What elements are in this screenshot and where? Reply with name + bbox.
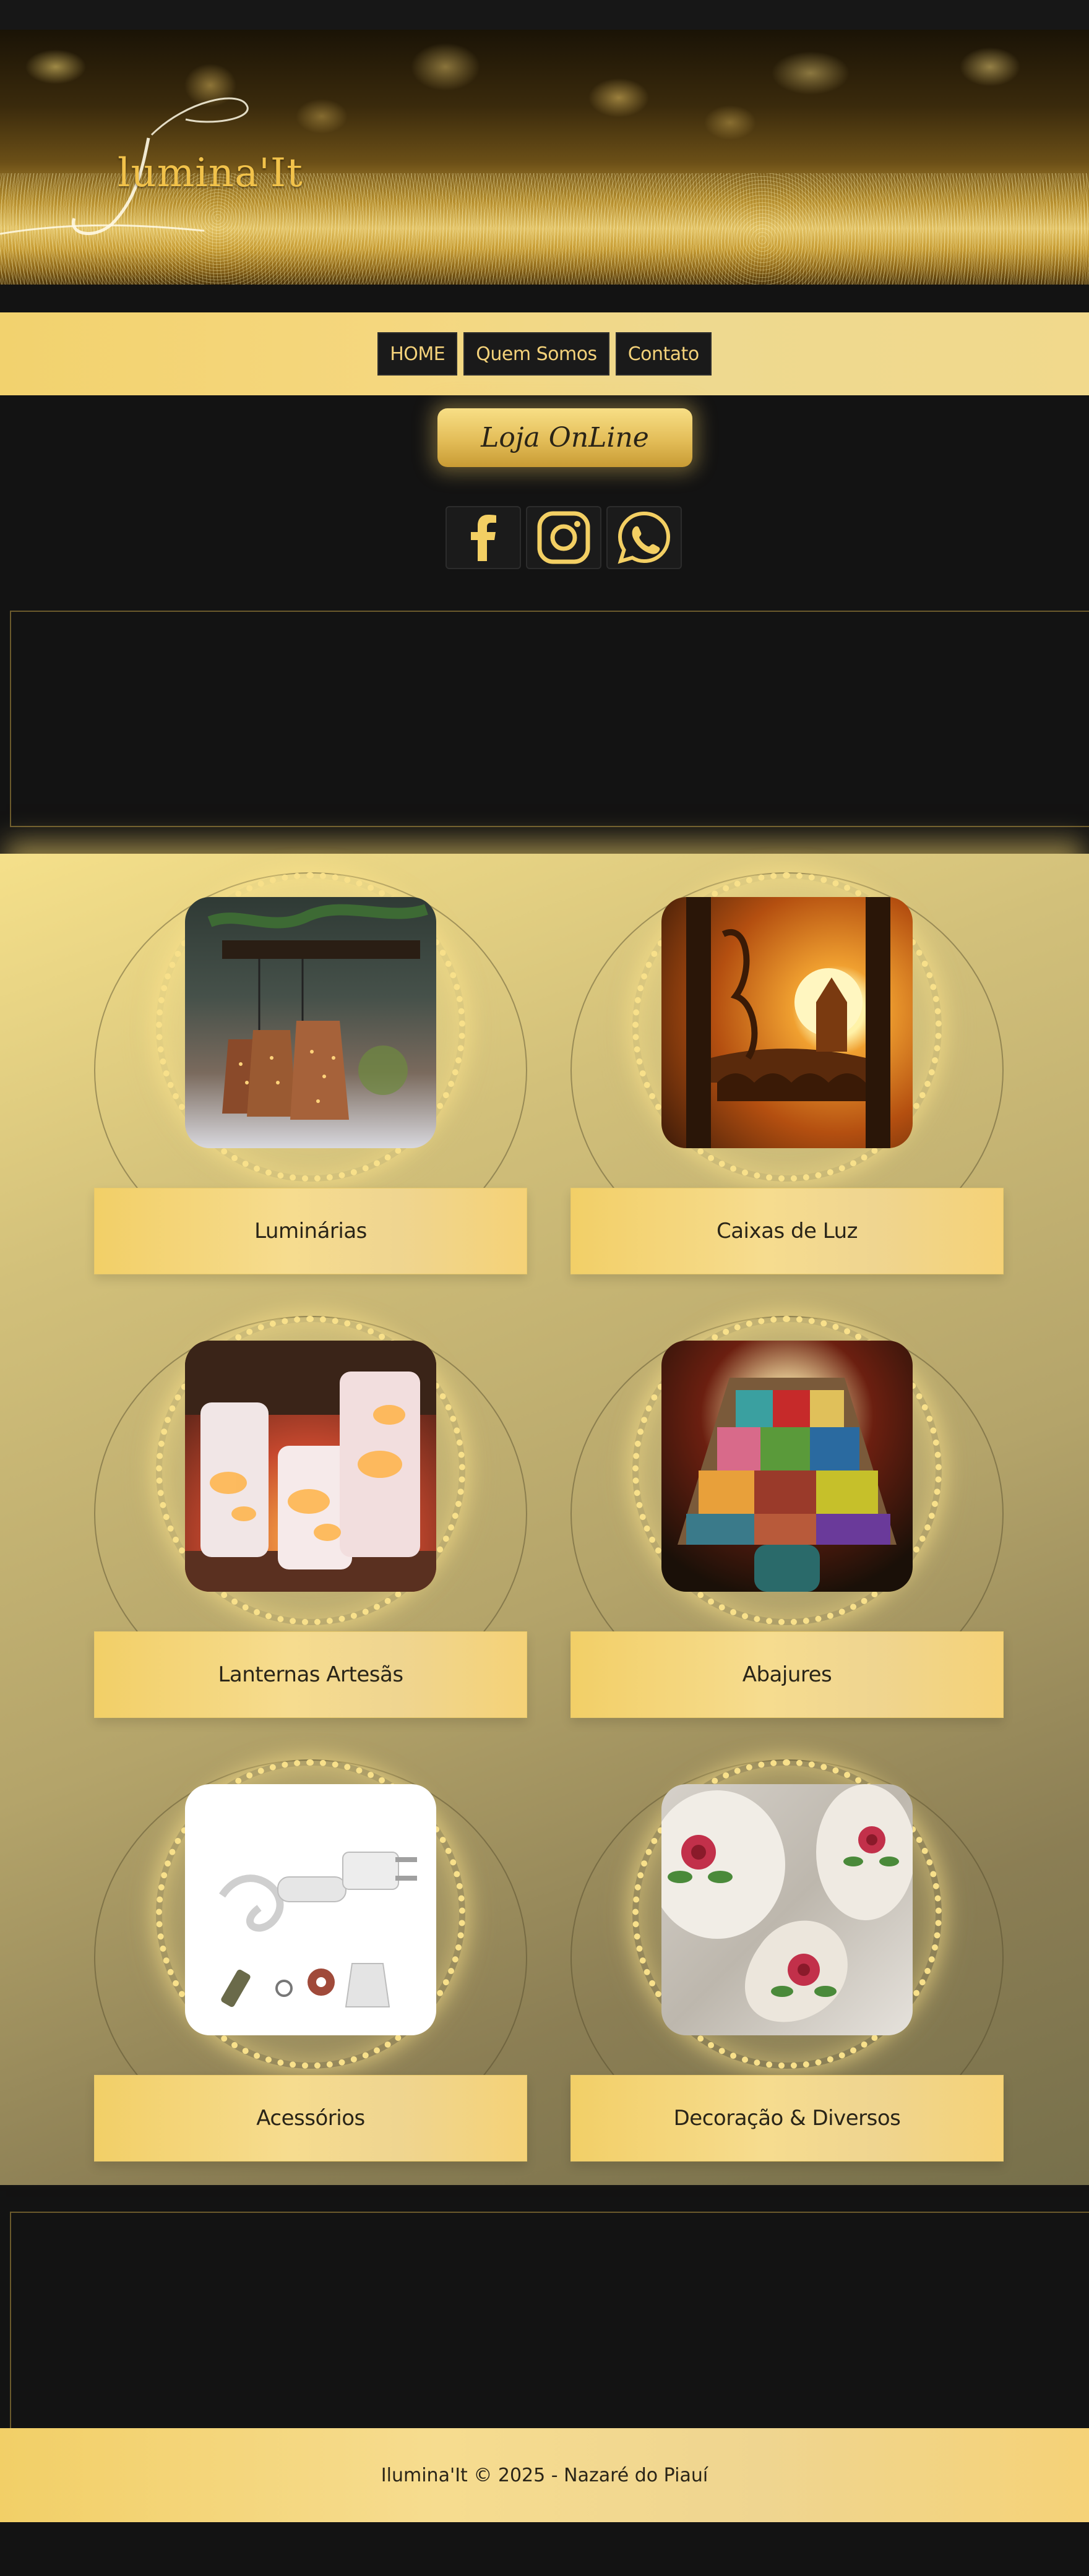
instagram-icon — [537, 511, 590, 564]
content-panel-top — [10, 611, 1089, 827]
category-image-caixas-de-luz[interactable] — [661, 897, 913, 1148]
accessories-illustration — [219, 1852, 417, 2007]
category-label-lanternas-artesas[interactable]: Lanternas Artesãs — [94, 1631, 527, 1718]
nav-contato[interactable]: Contato — [615, 332, 712, 376]
whatsapp-icon — [618, 511, 671, 564]
facebook-icon — [471, 515, 496, 561]
category-label-decoracao-diversos[interactable]: Decoração & Diversos — [570, 2075, 1004, 2162]
category-card-caixas-de-luz[interactable]: Caixas de Luz — [570, 872, 1004, 1274]
category-image-decoracao-diversos[interactable] — [661, 1784, 913, 2035]
category-image-luminarias[interactable] — [185, 897, 436, 1148]
lanterns-illustration — [185, 1341, 436, 1592]
top-strip — [0, 0, 1089, 30]
light-box-illustration — [686, 897, 890, 1148]
main-nav: HOME Quem Somos Contato — [0, 312, 1089, 395]
crochet-illustration — [661, 1784, 913, 2022]
footer: Ilumina'It © 2025 - Nazaré do Piauí — [0, 2428, 1089, 2522]
lamps-illustration — [207, 904, 428, 1120]
content-panel-bottom — [10, 2212, 1089, 2431]
instagram-button[interactable] — [526, 506, 601, 569]
nav-quem-somos[interactable]: Quem Somos — [463, 332, 609, 376]
lamp-shade-illustration — [678, 1378, 897, 1592]
category-card-acessorios[interactable]: Acessórios — [94, 1759, 527, 2162]
category-card-luminarias[interactable]: Luminárias — [94, 872, 527, 1274]
nav-home[interactable]: HOME — [377, 332, 458, 376]
category-label-luminarias[interactable]: Luminárias — [94, 1188, 527, 1274]
whatsapp-button[interactable] — [606, 506, 682, 569]
brand-name: lumina'It — [118, 150, 303, 196]
online-shop-button[interactable]: Loja OnLine — [437, 408, 692, 467]
hero-banner: lumina'It — [0, 30, 1089, 285]
social-links — [446, 506, 683, 569]
brand-logo[interactable]: lumina'It — [0, 76, 371, 235]
category-image-acessorios[interactable] — [185, 1784, 436, 2035]
footer-copyright: Ilumina'It © 2025 - Nazaré do Piauí — [381, 2464, 708, 2486]
product-categories: Luminárias Caixas de Luz Lanternas Artes… — [0, 854, 1089, 2185]
category-label-caixas-de-luz[interactable]: Caixas de Luz — [570, 1188, 1004, 1274]
category-image-abajures[interactable] — [661, 1341, 913, 1592]
category-label-abajures[interactable]: Abajures — [570, 1631, 1004, 1718]
category-label-acessorios[interactable]: Acessórios — [94, 2075, 527, 2162]
facebook-button[interactable] — [446, 506, 521, 569]
category-card-decoracao-diversos[interactable]: Decoração & Diversos — [570, 1759, 1004, 2162]
category-card-abajures[interactable]: Abajures — [570, 1316, 1004, 1718]
category-card-lanternas-artesas[interactable]: Lanternas Artesãs — [94, 1316, 527, 1718]
category-image-lanternas-artesas[interactable] — [185, 1341, 436, 1592]
